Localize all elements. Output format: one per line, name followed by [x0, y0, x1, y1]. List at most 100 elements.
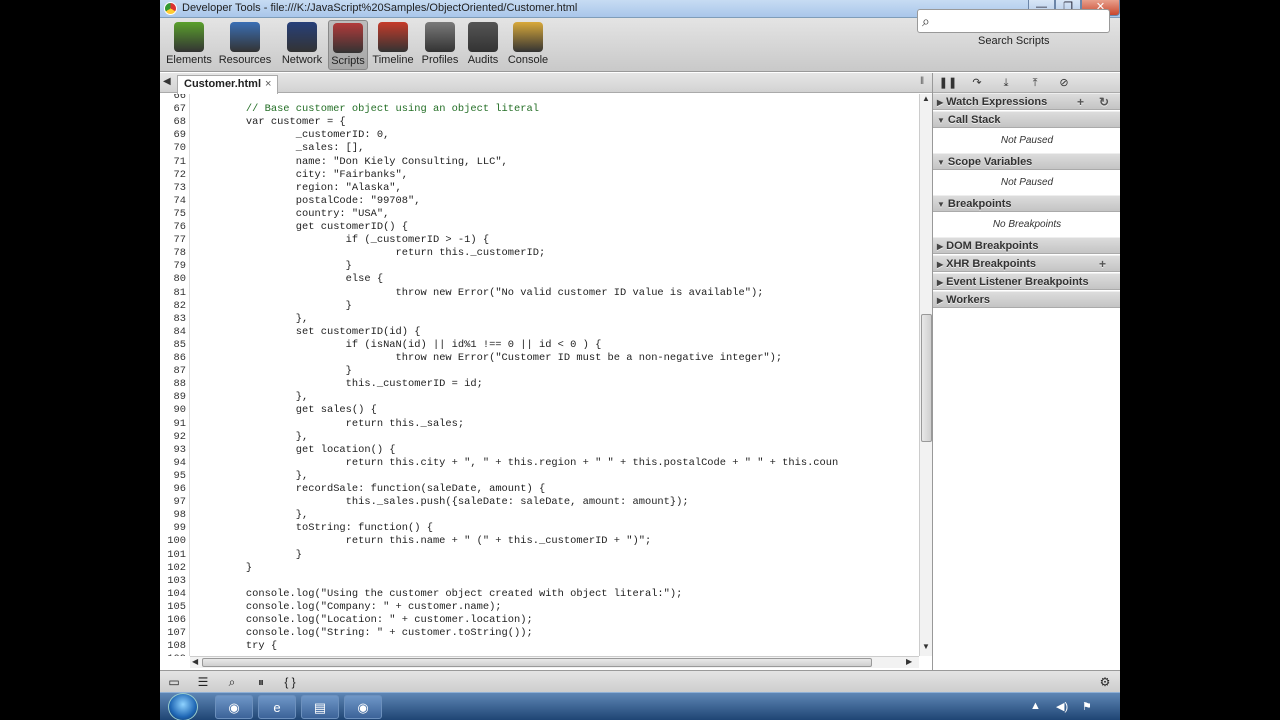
step-into-button[interactable]: ⤓	[993, 74, 1019, 92]
section-status: No Breakpoints	[933, 213, 1120, 238]
line-number[interactable]: 87	[160, 365, 186, 377]
line-number[interactable]: 100	[160, 535, 186, 547]
horizontal-scroll-thumb[interactable]	[202, 658, 872, 667]
tab-resources[interactable]: Resources	[214, 20, 276, 70]
line-number[interactable]: 73	[160, 182, 186, 194]
line-number[interactable]: 101	[160, 549, 186, 561]
line-number[interactable]: 69	[160, 129, 186, 141]
section-event-listener-breakpoints[interactable]: ▶ Event Listener Breakpoints	[933, 273, 1120, 290]
horizontal-scrollbar[interactable]: ◀ ▶	[190, 656, 919, 668]
section-workers[interactable]: ▶ Workers	[933, 291, 1120, 308]
line-number[interactable]: 107	[160, 627, 186, 639]
line-number[interactable]: 88	[160, 378, 186, 390]
section-dom-breakpoints[interactable]: ▶ DOM Breakpoints	[933, 237, 1120, 254]
line-number[interactable]: 104	[160, 588, 186, 600]
refresh-icon[interactable]: ↻	[1099, 94, 1109, 110]
tab-audits[interactable]: Audits	[462, 20, 504, 70]
vertical-scroll-thumb[interactable]	[921, 314, 932, 442]
volume-icon[interactable]: ◀)	[1056, 700, 1068, 713]
line-number[interactable]: 76	[160, 221, 186, 233]
line-number[interactable]: 96	[160, 483, 186, 495]
settings-gear-icon[interactable]: ⚙	[1094, 673, 1116, 691]
taskbar-chrome-icon[interactable]: ◉	[215, 695, 253, 719]
tab-scripts[interactable]: Scripts	[328, 20, 368, 70]
line-number[interactable]: 82	[160, 300, 186, 312]
line-number[interactable]: 81	[160, 287, 186, 299]
line-number[interactable]: 79	[160, 260, 186, 272]
search-input[interactable]: ⌕	[917, 9, 1110, 33]
scroll-up-icon[interactable]: ▲	[922, 94, 930, 103]
line-number[interactable]: 93	[160, 444, 186, 456]
tab-customer-html[interactable]: Customer.html ×	[177, 75, 279, 94]
add-icon[interactable]: +	[1077, 94, 1084, 110]
line-number[interactable]: 75	[160, 208, 186, 220]
line-number[interactable]: 77	[160, 234, 186, 246]
line-number[interactable]: 83	[160, 313, 186, 325]
line-number[interactable]: 86	[160, 352, 186, 364]
line-number[interactable]: 102	[160, 562, 186, 574]
tab-elements[interactable]: Elements	[164, 20, 214, 70]
line-number[interactable]: 80	[160, 273, 186, 285]
section-scope-variables[interactable]: ▼ Scope Variables	[933, 153, 1120, 170]
scroll-right-icon[interactable]: ▶	[906, 657, 912, 666]
step-over-button[interactable]: ↷	[964, 74, 990, 92]
taskbar-explorer-icon[interactable]: ▤	[301, 695, 339, 719]
line-number[interactable]: 92	[160, 431, 186, 443]
step-out-button[interactable]: ⤒	[1022, 74, 1048, 92]
section-label: DOM Breakpoints	[946, 240, 1039, 252]
line-number[interactable]: 94	[160, 457, 186, 469]
action-center-icon[interactable]: ⚑	[1082, 700, 1092, 713]
line-number[interactable]: 67	[160, 103, 186, 115]
line-number[interactable]: 84	[160, 326, 186, 338]
code-text: region: "Alaska",	[196, 181, 402, 194]
show-console-icon[interactable]: ☰	[192, 673, 214, 691]
line-number[interactable]: 89	[160, 391, 186, 403]
line-number[interactable]: 95	[160, 470, 186, 482]
pretty-print-icon[interactable]: { }	[279, 673, 301, 691]
line-number[interactable]: 109	[160, 653, 186, 656]
line-number[interactable]: 103	[160, 575, 186, 587]
vertical-scrollbar[interactable]: ▲ ▼	[919, 94, 932, 656]
line-number[interactable]: 105	[160, 601, 186, 613]
section-xhr-breakpoints[interactable]: ▶ XHR Breakpoints +	[933, 255, 1120, 272]
line-number[interactable]: 98	[160, 509, 186, 521]
tab-timeline[interactable]: Timeline	[370, 20, 416, 70]
section-status: Not Paused	[933, 129, 1120, 154]
line-number[interactable]: 91	[160, 418, 186, 430]
search-icon[interactable]: ⌕	[221, 673, 243, 691]
tray-expand-icon[interactable]: ▲	[1030, 700, 1041, 712]
tab-scroll-left-icon[interactable]: ◀	[163, 76, 171, 87]
line-number[interactable]: 70	[160, 142, 186, 154]
start-button[interactable]	[168, 693, 198, 720]
pause-on-exceptions-icon[interactable]: ⏸	[250, 673, 272, 691]
line-number[interactable]: 106	[160, 614, 186, 626]
section-watch-expressions[interactable]: ▶ Watch Expressions + ↻	[933, 93, 1120, 110]
taskbar-chrome-icon[interactable]: ◉	[344, 695, 382, 719]
add-icon[interactable]: +	[1099, 256, 1106, 272]
line-number[interactable]: 99	[160, 522, 186, 534]
dock-icon[interactable]: ▭	[163, 673, 185, 691]
line-number[interactable]: 71	[160, 156, 186, 168]
tab-console[interactable]: Console	[504, 20, 552, 70]
line-number[interactable]: 97	[160, 496, 186, 508]
line-number[interactable]: 66	[160, 94, 186, 102]
section-call-stack[interactable]: ▼ Call Stack	[933, 111, 1120, 128]
split-handle-icon[interactable]: ‖	[920, 76, 924, 87]
scroll-down-icon[interactable]: ▼	[922, 642, 930, 651]
line-number[interactable]: 90	[160, 404, 186, 416]
tab-network[interactable]: Network	[276, 20, 328, 70]
source-editor[interactable]: 66 67 // Base customer object using an ob…	[160, 94, 920, 656]
line-number[interactable]: 68	[160, 116, 186, 128]
line-number[interactable]: 108	[160, 640, 186, 652]
taskbar-ie-icon[interactable]: e	[258, 695, 296, 719]
scroll-left-icon[interactable]: ◀	[192, 657, 198, 666]
line-number[interactable]: 72	[160, 169, 186, 181]
pause-button[interactable]: ❚❚	[935, 74, 961, 92]
section-breakpoints[interactable]: ▼ Breakpoints	[933, 195, 1120, 212]
deactivate-breakpoints-button[interactable]: ⊘	[1051, 74, 1077, 92]
tab-profiles[interactable]: Profiles	[418, 20, 462, 70]
tab-close-icon[interactable]: ×	[265, 78, 271, 90]
line-number[interactable]: 74	[160, 195, 186, 207]
line-number[interactable]: 78	[160, 247, 186, 259]
line-number[interactable]: 85	[160, 339, 186, 351]
